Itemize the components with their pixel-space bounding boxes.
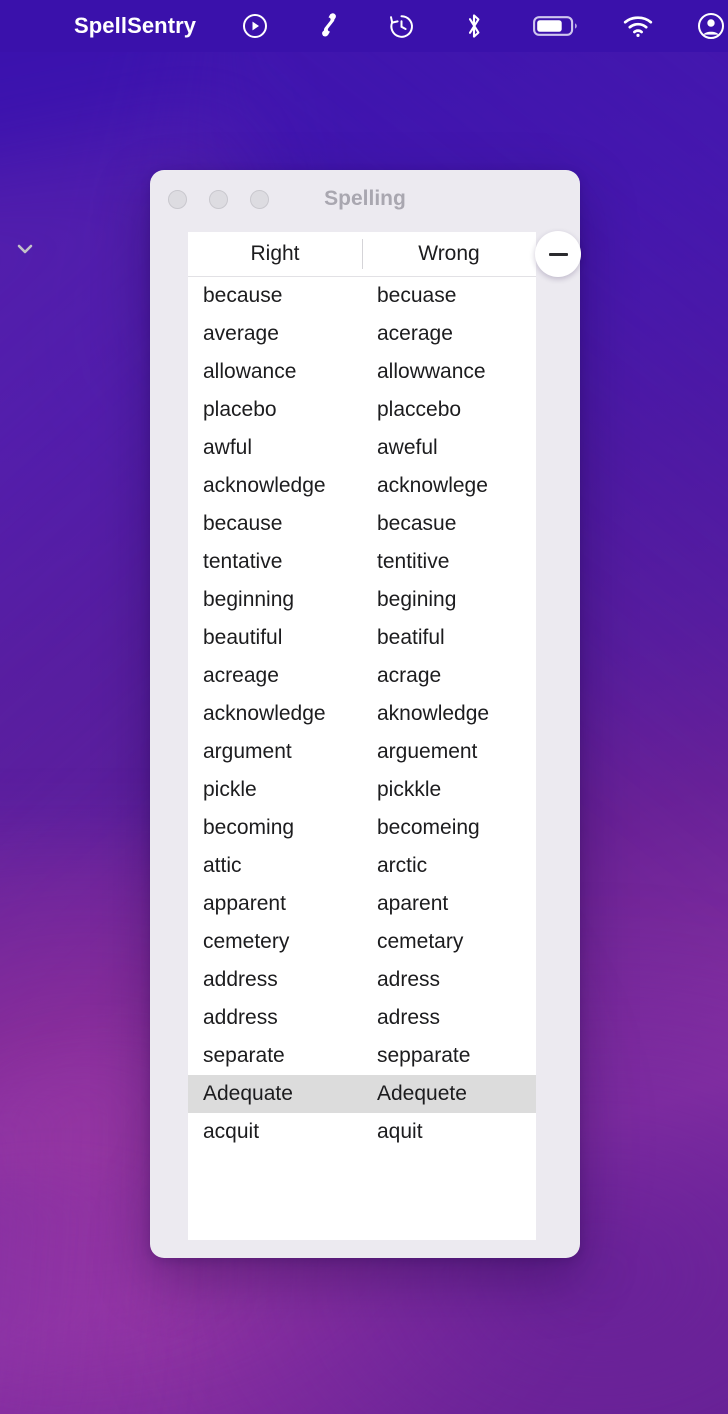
cell-right[interactable]: address	[188, 968, 362, 992]
cell-wrong[interactable]: aparent	[362, 892, 536, 916]
table-row[interactable]: allowance allowwance	[188, 353, 536, 391]
cell-right[interactable]: acreage	[188, 664, 362, 688]
cell-wrong[interactable]: tentitive	[362, 550, 536, 574]
cell-right[interactable]: because	[188, 284, 362, 308]
menu-bar: SpellSentry	[0, 0, 728, 52]
table-row[interactable]: apparent aparent	[188, 885, 536, 923]
menu-bar-app-name[interactable]: SpellSentry	[74, 13, 196, 39]
column-header-right[interactable]: Right	[188, 242, 362, 266]
cell-right[interactable]: Adequate	[188, 1082, 362, 1106]
chevron-down-icon[interactable]	[14, 238, 36, 260]
table-row[interactable]: awful aweful	[188, 429, 536, 467]
time-machine-icon[interactable]	[386, 11, 416, 41]
table-row[interactable]: Adequate Adequete	[188, 1075, 536, 1113]
window-traffic-lights	[168, 189, 269, 209]
cell-right[interactable]: acknowledge	[188, 474, 362, 498]
cell-wrong[interactable]: aknowledge	[362, 702, 536, 726]
cell-right[interactable]: becoming	[188, 816, 362, 840]
cell-wrong[interactable]: adress	[362, 1006, 536, 1030]
cell-wrong[interactable]: becuase	[362, 284, 536, 308]
cell-wrong[interactable]: becomeing	[362, 816, 536, 840]
battery-icon[interactable]	[532, 11, 580, 41]
column-header-wrong[interactable]: Wrong	[362, 242, 536, 266]
table-row[interactable]: acquit aquit	[188, 1113, 536, 1151]
cell-wrong[interactable]: aweful	[362, 436, 536, 460]
cell-wrong[interactable]: acknowlege	[362, 474, 536, 498]
remove-row-button[interactable]	[535, 231, 581, 277]
table-row[interactable]: beautiful beatiful	[188, 619, 536, 657]
cell-right[interactable]: allowance	[188, 360, 362, 384]
table-row[interactable]: address adress	[188, 961, 536, 999]
table-row[interactable]: acknowledge aknowledge	[188, 695, 536, 733]
cell-wrong[interactable]: placcebo	[362, 398, 536, 422]
cell-wrong[interactable]: beatiful	[362, 626, 536, 650]
table-row[interactable]: pickle pickkle	[188, 771, 536, 809]
cell-wrong[interactable]: acerage	[362, 322, 536, 346]
cell-right[interactable]: acknowledge	[188, 702, 362, 726]
table-header-row: Right Wrong	[188, 232, 536, 276]
cell-right[interactable]: because	[188, 512, 362, 536]
cell-wrong[interactable]: arctic	[362, 854, 536, 878]
table-row[interactable]: placebo placcebo	[188, 391, 536, 429]
minus-icon	[548, 252, 568, 256]
cell-wrong[interactable]: adress	[362, 968, 536, 992]
table-row[interactable]: tentative tentitive	[188, 543, 536, 581]
close-button[interactable]	[168, 189, 187, 209]
cell-right[interactable]: address	[188, 1006, 362, 1030]
cell-wrong[interactable]: cemetary	[362, 930, 536, 954]
minimize-button[interactable]	[209, 189, 228, 209]
cell-wrong[interactable]: aquit	[362, 1120, 536, 1144]
play-circle-icon[interactable]	[240, 11, 270, 41]
cell-wrong[interactable]: allowwance	[362, 360, 536, 384]
menu-bar-status-icons	[240, 11, 726, 41]
table-row[interactable]: attic arctic	[188, 847, 536, 885]
cell-right[interactable]: beautiful	[188, 626, 362, 650]
cell-right[interactable]: beginning	[188, 588, 362, 612]
cell-right[interactable]: awful	[188, 436, 362, 460]
cell-wrong[interactable]: Adequete	[362, 1082, 536, 1106]
spelling-window: Spelling Right Wrong because becuase avera…	[150, 170, 580, 1258]
account-icon[interactable]	[696, 11, 726, 41]
cell-wrong[interactable]: becasue	[362, 512, 536, 536]
column-divider[interactable]	[362, 239, 363, 269]
cell-wrong[interactable]: begining	[362, 588, 536, 612]
cell-wrong[interactable]: acrage	[362, 664, 536, 688]
wifi-icon[interactable]	[623, 11, 653, 41]
cell-right[interactable]: average	[188, 322, 362, 346]
table-row[interactable]: argument arguement	[188, 733, 536, 771]
cell-right[interactable]: pickle	[188, 778, 362, 802]
zoom-button[interactable]	[250, 189, 269, 209]
cell-right[interactable]: attic	[188, 854, 362, 878]
cell-right[interactable]: cemetery	[188, 930, 362, 954]
cell-right[interactable]: placebo	[188, 398, 362, 422]
cell-wrong[interactable]: arguement	[362, 740, 536, 764]
table-row[interactable]: separate sepparate	[188, 1037, 536, 1075]
cell-right[interactable]: separate	[188, 1044, 362, 1068]
table-row[interactable]: acreage acrage	[188, 657, 536, 695]
table-row[interactable]: because becuase	[188, 277, 536, 315]
shazam-icon[interactable]	[313, 11, 343, 41]
window-titlebar: Spelling	[150, 170, 580, 228]
spelling-table: Right Wrong because becuase average acerage…	[188, 232, 536, 1240]
table-row[interactable]: beginning begining	[188, 581, 536, 619]
table-row[interactable]: average acerage	[188, 315, 536, 353]
table-row[interactable]: because becasue	[188, 505, 536, 543]
cell-right[interactable]: argument	[188, 740, 362, 764]
table-row[interactable]: cemetery cemetary	[188, 923, 536, 961]
bluetooth-icon[interactable]	[459, 11, 489, 41]
table-row[interactable]: becoming becomeing	[188, 809, 536, 847]
cell-right[interactable]: apparent	[188, 892, 362, 916]
table-row[interactable]: address adress	[188, 999, 536, 1037]
cell-right[interactable]: tentative	[188, 550, 362, 574]
cell-right[interactable]: acquit	[188, 1120, 362, 1144]
cell-wrong[interactable]: sepparate	[362, 1044, 536, 1068]
table-row[interactable]: acknowledge acknowlege	[188, 467, 536, 505]
desktop: SpellSentry Spelling Right Wrong because…	[0, 0, 728, 1414]
table-body: because becuase average acerage allowance all…	[188, 277, 536, 1240]
cell-wrong[interactable]: pickkle	[362, 778, 536, 802]
